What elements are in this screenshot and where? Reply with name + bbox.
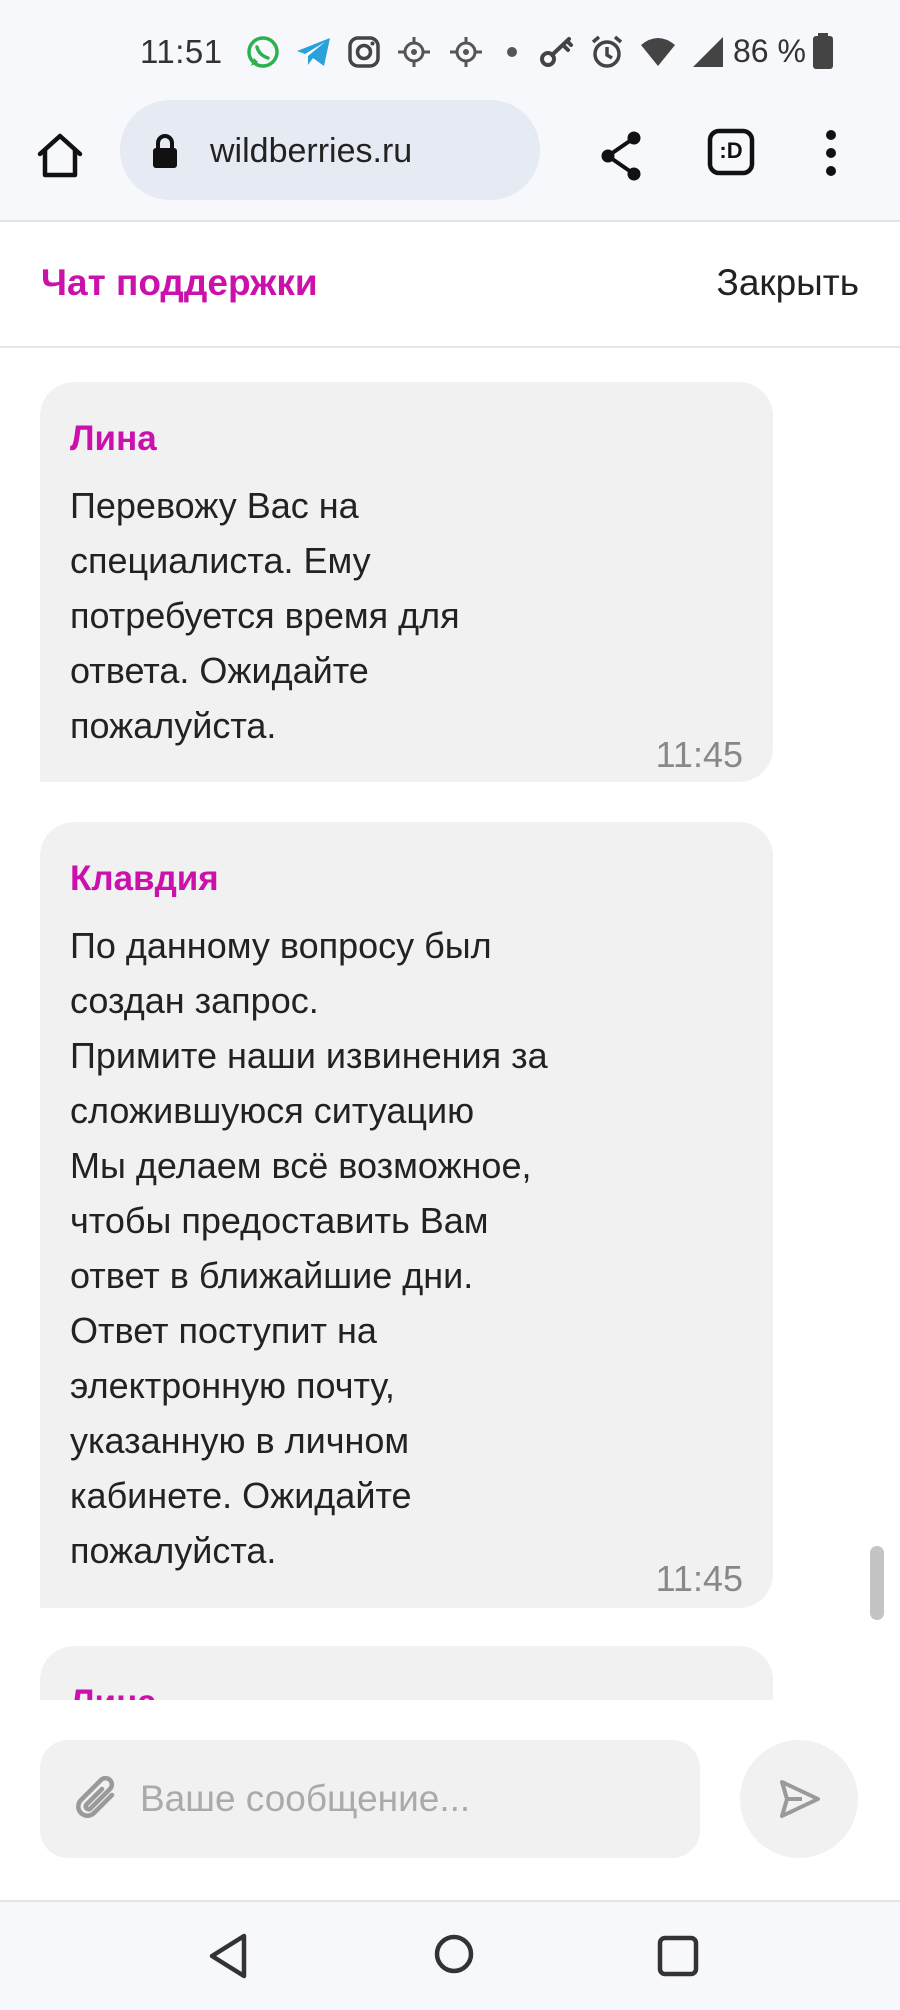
message-text: Перевожу Вас на специалиста. Ему потребу… — [70, 485, 460, 746]
send-icon — [780, 1780, 820, 1818]
more-options-icon[interactable] — [818, 127, 844, 179]
chat-header: Чат поддержки Закрыть — [0, 222, 900, 348]
status-time: 11:51 — [140, 33, 223, 70]
message-input-placeholder: Ваше сообщение... — [140, 1778, 471, 1819]
send-button[interactable] — [740, 1740, 858, 1858]
key-icon — [540, 37, 573, 67]
browser-toolbar: wildberries.ru :D — [0, 100, 900, 222]
attach-icon[interactable] — [72, 1773, 124, 1825]
signal-icon — [693, 37, 723, 67]
scrollbar[interactable] — [870, 1546, 884, 1620]
app-icon — [450, 37, 482, 67]
dot-icon — [507, 47, 517, 57]
message-text: По данному вопросу был создан запрос. Пр… — [70, 925, 548, 1571]
message-composer: Ваше сообщение... — [0, 1700, 900, 1902]
url-text[interactable]: wildberries.ru — [210, 132, 412, 171]
tab-count: :D — [719, 138, 743, 163]
wifi-icon — [641, 38, 675, 66]
message-bubble: Лина Перевожу Вас на специалиста. Ему по… — [40, 382, 773, 782]
message-author: Клавдия — [70, 859, 219, 898]
home-icon[interactable] — [34, 130, 86, 182]
address-bar[interactable]: wildberries.ru — [120, 100, 540, 200]
tab-switcher-button[interactable]: :D — [706, 127, 756, 182]
share-icon[interactable] — [596, 128, 646, 184]
app-icon — [398, 37, 430, 67]
message-bubble: Клавдия По данному вопросу был создан за… — [40, 822, 773, 1608]
message-list[interactable]: Лина Перевожу Вас на специалиста. Ему по… — [0, 348, 900, 1700]
instagram-icon — [348, 36, 380, 68]
battery-icon — [813, 33, 833, 69]
whatsapp-icon — [247, 36, 279, 68]
message-time: 11:45 — [655, 1558, 743, 1599]
alarm-icon — [591, 35, 623, 68]
system-nav-bar — [0, 1902, 900, 2010]
lock-icon[interactable] — [150, 133, 180, 169]
message-input[interactable]: Ваше сообщение... — [40, 1740, 700, 1858]
telegram-icon — [297, 38, 330, 66]
message-author: Лина — [70, 419, 157, 458]
home-nav-icon[interactable] — [432, 1932, 476, 1976]
recent-apps-icon[interactable] — [656, 1934, 700, 1978]
status-icons — [245, 30, 725, 74]
chat-title: Чат поддержки — [41, 262, 318, 303]
message-time: 11:45 — [655, 734, 743, 775]
message-bubble: Лина — [40, 1646, 773, 1700]
close-button[interactable]: Закрыть — [716, 262, 859, 304]
status-bar: 11:51 86 % — [0, 0, 900, 100]
battery-percent: 86 % — [733, 33, 806, 69]
message-author: Лина — [70, 1683, 157, 1700]
back-icon[interactable] — [206, 1932, 250, 1980]
